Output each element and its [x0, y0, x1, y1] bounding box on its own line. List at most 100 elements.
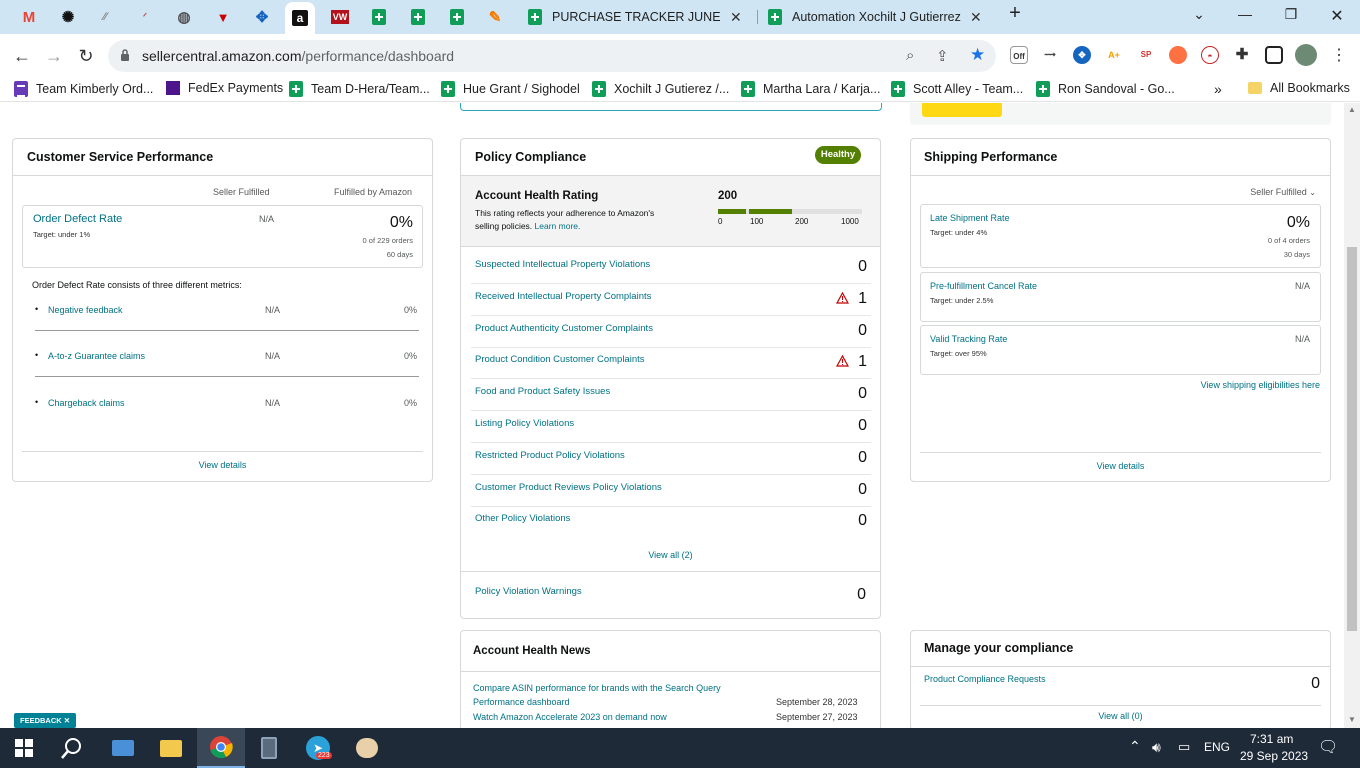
valid-tracking-link[interactable]: Valid Tracking Rate	[930, 334, 1007, 344]
cancel-rate-link[interactable]: Pre-fulfillment Cancel Rate	[930, 281, 1037, 291]
fulfillment-filter-dropdown[interactable]: Seller Fulfilled ⌄	[1250, 187, 1316, 197]
pinned-tab-6[interactable]: ▼	[208, 5, 238, 29]
bookmark-item[interactable]: Scott Alley - Team...	[891, 81, 1023, 97]
clock-date[interactable]: 29 Sep 2023	[1240, 749, 1308, 763]
notifications-icon[interactable]: 🗨︎	[1318, 737, 1338, 757]
tab-purchase-tracker[interactable]: PURCHASE TRACKER JUNE - Goo ✕	[520, 4, 760, 30]
taskbar-app-calculator[interactable]	[245, 728, 293, 768]
scroll-down-icon[interactable]: ▼	[1348, 715, 1356, 724]
extension-orange-icon[interactable]	[1169, 46, 1187, 64]
close-tab-icon[interactable]: ✕	[970, 9, 982, 26]
close-window-button[interactable]: ✕	[1322, 6, 1352, 26]
bookmark-item[interactable]: Team Kimberly Ord...	[14, 81, 153, 97]
taskbar-app-desktop[interactable]	[99, 728, 147, 768]
gmail-tab[interactable]: M	[14, 5, 44, 29]
extension-compass-icon[interactable]: ✥	[1073, 46, 1091, 64]
tab-automation[interactable]: Automation Xochilt J Gutierrez ( ✕	[760, 4, 998, 30]
metric-link[interactable]: Chargeback claims	[48, 398, 125, 408]
policy-row-link[interactable]: Product Authenticity Customer Complaints	[475, 323, 653, 334]
taskbar-app-telegram[interactable]: ➤ 223	[294, 728, 342, 768]
minimize-button[interactable]: —	[1230, 6, 1260, 22]
policy-row-link[interactable]: Other Policy Violations	[475, 513, 570, 524]
policy-row-link[interactable]: Suspected Intellectual Property Violatio…	[475, 259, 650, 270]
yellow-action-button[interactable]	[922, 103, 1002, 117]
shipping-eligibilities-link[interactable]: View shipping eligibilities here	[1201, 380, 1320, 390]
taskbar-app-chrome[interactable]	[197, 728, 245, 768]
network-icon[interactable]: ▭	[1178, 739, 1190, 755]
page-scrollbar[interactable]: ▲ ▼	[1344, 103, 1360, 728]
policy-row-link[interactable]: Listing Policy Violations	[475, 418, 574, 429]
order-defect-rate-link[interactable]: Order Defect Rate	[33, 213, 122, 225]
extension-pokeball-icon[interactable]: ◓	[1201, 46, 1219, 64]
extension-boost-icon[interactable]: A+	[1105, 46, 1123, 64]
volume-icon[interactable]: 🔊︎	[1152, 739, 1161, 756]
feedback-button[interactable]: FEEDBACK ✕	[14, 713, 77, 728]
sheets-tab-2[interactable]	[403, 5, 433, 29]
view-details-link[interactable]: View details	[13, 460, 432, 470]
sheets-tab-3[interactable]	[442, 5, 472, 29]
chatgpt-tab[interactable]: ✺	[53, 5, 83, 29]
view-all-link[interactable]: View all (2)	[461, 550, 880, 560]
policy-row-link[interactable]: Customer Product Reviews Policy Violatio…	[475, 482, 662, 493]
metric-link[interactable]: Negative feedback	[48, 305, 123, 315]
learn-more-link[interactable]: Learn more.	[535, 221, 581, 231]
policy-warnings-link[interactable]: Policy Violation Warnings	[475, 586, 582, 597]
policy-row-link[interactable]: Restricted Product Policy Violations	[475, 450, 625, 461]
policy-row-link[interactable]: Food and Product Safety Issues	[475, 386, 610, 397]
sheets-tab-1[interactable]	[364, 5, 394, 29]
bookmark-item[interactable]: FedEx Payments	[166, 81, 283, 95]
new-tab-button[interactable]: +	[1000, 2, 1030, 25]
pinned-tab-5[interactable]: ◍	[169, 5, 199, 29]
extension-icon[interactable]: ⟿	[1041, 46, 1059, 64]
late-shipment-link[interactable]: Late Shipment Rate	[930, 213, 1010, 223]
more-bookmarks-chevron-icon[interactable]: »	[1214, 81, 1222, 97]
extension-off-icon[interactable]: Off	[1010, 46, 1028, 64]
policy-row-link[interactable]: Received Intellectual Property Complaint…	[475, 291, 651, 302]
bookmark-item[interactable]: Xochilt J Gutierez /...	[592, 81, 729, 97]
bookmark-item[interactable]: Martha Lara / Karja...	[741, 81, 880, 97]
side-panel-icon[interactable]	[1265, 46, 1283, 64]
restore-button[interactable]: ❐	[1276, 6, 1306, 23]
pinned-tab-13[interactable]: ✎	[480, 5, 510, 29]
news-link[interactable]: Watch Amazon Accelerate 2023 on demand n…	[473, 712, 667, 722]
policy-row-link[interactable]: Product Condition Customer Complaints	[475, 354, 645, 365]
show-hidden-icons-chevron-icon[interactable]: ⌃	[1129, 738, 1141, 755]
ahr-description-line2: selling policies. Learn more.	[475, 221, 581, 231]
bookmark-item[interactable]: Hue Grant / Sighodel	[441, 81, 580, 97]
back-button[interactable]: ←	[10, 44, 34, 68]
news-link-line2[interactable]: Performance dashboard	[473, 697, 570, 707]
bookmark-item[interactable]: Team D-Hera/Team...	[289, 81, 430, 97]
taskbar-app-explorer[interactable]	[147, 728, 195, 768]
close-tab-icon[interactable]: ✕	[730, 9, 742, 26]
compliance-requests-link[interactable]: Product Compliance Requests	[924, 674, 1046, 684]
share-icon[interactable]: ⇪	[936, 47, 949, 65]
extension-alert-icon[interactable]: SP	[1137, 46, 1155, 64]
view-details-link[interactable]: View details	[911, 461, 1330, 471]
profile-avatar[interactable]	[1295, 44, 1317, 66]
reload-button[interactable]: ↻	[74, 44, 98, 68]
news-link[interactable]: Compare ASIN performance for brands with…	[473, 683, 721, 693]
view-all-link[interactable]: View all (0)	[911, 711, 1330, 721]
bookmark-star-icon[interactable]: ★	[970, 45, 985, 65]
all-bookmarks-folder[interactable]: All Bookmarks	[1248, 81, 1350, 95]
clock-time[interactable]: 7:31 am	[1250, 732, 1293, 746]
forward-button[interactable]: →	[42, 44, 66, 68]
zoom-icon[interactable]: ⌕	[906, 47, 914, 64]
menu-kebab-icon[interactable]: ⋮	[1327, 44, 1351, 68]
pinned-tab-3[interactable]: ∕∕	[90, 5, 120, 29]
language-indicator[interactable]: ENG	[1204, 740, 1230, 754]
tab-search-chevron-icon[interactable]: ⌄	[1184, 6, 1214, 23]
extensions-puzzle-icon[interactable]: ✚	[1233, 46, 1251, 64]
scrollbar-thumb[interactable]	[1347, 247, 1357, 631]
search-button[interactable]	[48, 728, 96, 768]
scroll-up-icon[interactable]: ▲	[1348, 105, 1356, 114]
pinned-tab-4[interactable]: ᐟ	[130, 5, 160, 29]
pinned-tab-7[interactable]: ✥	[247, 5, 277, 29]
address-bar[interactable]: sellercentral.amazon.com/performance/das…	[108, 40, 996, 72]
metric-link[interactable]: A-to-z Guarantee claims	[48, 351, 145, 361]
amazon-tab[interactable]: a	[285, 2, 315, 34]
bookmark-item[interactable]: Ron Sandoval - Go...	[1036, 81, 1175, 97]
pinned-tab-9[interactable]: VW	[325, 5, 355, 29]
start-button[interactable]	[0, 728, 48, 768]
taskbar-app-paint[interactable]	[343, 728, 391, 768]
